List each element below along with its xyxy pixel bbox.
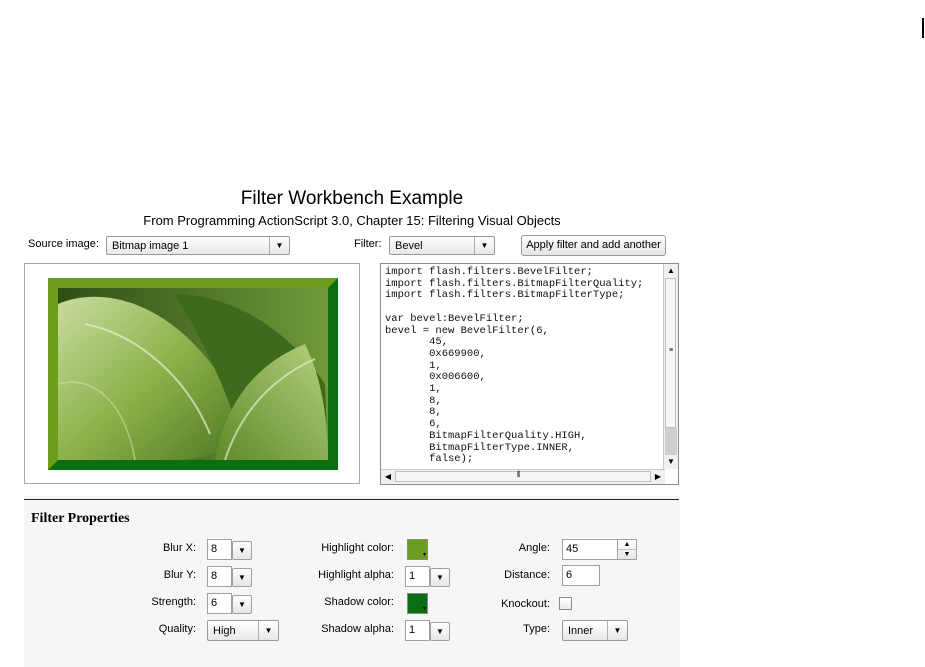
quality-value: High	[213, 625, 236, 637]
quality-label: Quality:	[158, 623, 196, 635]
blur-y-label: Blur Y:	[163, 569, 196, 581]
type-value: Inner	[568, 625, 594, 637]
app-subtitle: From Programming ActionScript 3.0, Chapt…	[143, 213, 561, 228]
filter-properties-heading: Filter Properties	[31, 511, 130, 526]
blur-y-value[interactable]: 8	[207, 566, 232, 587]
highlight-alpha-value[interactable]: 1	[405, 566, 430, 587]
blur-x-label: Blur X:	[162, 542, 196, 554]
quality-select[interactable]: High ▼	[207, 620, 279, 641]
corner-arrow-icon: ▾	[422, 606, 426, 612]
strength-combo[interactable]: 6 ▼	[207, 593, 253, 614]
grip-icon: ≡	[669, 347, 674, 354]
arrow-left-icon[interactable]: ◀	[381, 470, 395, 484]
corner-arrow-icon: ▾	[422, 552, 426, 558]
filter-select[interactable]: Bevel ▼	[389, 236, 495, 255]
chevron-down-icon: ▼	[607, 621, 627, 640]
highlight-color-label: Highlight color:	[321, 542, 394, 554]
angle-input[interactable]: 45	[562, 539, 618, 560]
code-output-textarea[interactable]: import flash.filters.BevelFilter; import…	[380, 263, 679, 485]
shadow-alpha-combo[interactable]: 1 ▼	[405, 620, 451, 641]
section-divider	[24, 499, 679, 500]
chevron-down-icon: ▼	[269, 237, 289, 254]
arrow-up-icon[interactable]: ▲	[618, 540, 636, 550]
source-image-select[interactable]: Bitmap image 1 ▼	[106, 236, 290, 255]
filter-label: Filter:	[354, 238, 382, 250]
arrow-up-icon[interactable]: ▲	[664, 264, 678, 278]
blur-x-combo[interactable]: 8 ▼	[207, 539, 253, 560]
source-image-value: Bitmap image 1	[112, 240, 189, 252]
type-select[interactable]: Inner ▼	[562, 620, 628, 641]
shadow-color-label: Shadow color:	[324, 596, 394, 608]
chevron-down-icon[interactable]: ▼	[430, 568, 450, 587]
chevron-down-icon[interactable]: ▼	[232, 568, 252, 587]
chevron-down-icon: ▼	[474, 237, 494, 254]
filter-code-text: import flash.filters.BevelFilter; import…	[385, 266, 644, 466]
strength-label: Strength:	[151, 596, 196, 608]
distance-input[interactable]: 6	[562, 565, 600, 586]
filter-value: Bevel	[395, 240, 423, 252]
knockout-label: Knockout:	[501, 598, 550, 610]
shadow-alpha-label: Shadow alpha:	[321, 623, 394, 635]
highlight-alpha-label: Highlight alpha:	[318, 569, 394, 581]
arrow-down-icon[interactable]: ▼	[618, 550, 636, 559]
source-image-label: Source image:	[28, 238, 99, 250]
grip-icon: ⦀	[517, 470, 521, 479]
chevron-down-icon[interactable]: ▼	[232, 595, 252, 614]
arrow-right-icon[interactable]: ▶	[651, 470, 665, 484]
distance-label: Distance:	[504, 569, 550, 581]
shadow-color-picker[interactable]: ▾	[407, 593, 428, 614]
angle-stepper[interactable]: ▲ ▼	[617, 539, 637, 560]
highlight-color-picker[interactable]: ▾	[407, 539, 428, 560]
shadow-alpha-value[interactable]: 1	[405, 620, 430, 641]
knockout-checkbox[interactable]	[559, 597, 572, 610]
apply-filter-button[interactable]: Apply filter and add another	[521, 235, 666, 256]
filter-workbench-app: Filter Workbench Example From Programmin…	[24, 183, 680, 667]
angle-label: Angle:	[518, 542, 550, 554]
type-label: Type:	[523, 623, 550, 635]
arrow-down-icon[interactable]: ▼	[664, 455, 678, 469]
chevron-down-icon[interactable]: ▼	[232, 541, 252, 560]
filtered-image	[48, 278, 338, 470]
chevron-down-icon[interactable]: ▼	[430, 622, 450, 641]
horizontal-scroll-thumb[interactable]	[395, 471, 651, 482]
horizontal-scrollbar[interactable]: ◀ ⦀ ▶	[381, 469, 665, 484]
image-preview-panel	[24, 263, 360, 484]
strength-value[interactable]: 6	[207, 593, 232, 614]
blur-y-combo[interactable]: 8 ▼	[207, 566, 253, 587]
highlight-alpha-combo[interactable]: 1 ▼	[405, 566, 451, 587]
chevron-down-icon: ▼	[258, 621, 278, 640]
app-title: Filter Workbench Example	[240, 188, 464, 209]
blur-x-value[interactable]: 8	[207, 539, 232, 560]
window-edge-marker	[922, 18, 924, 38]
vertical-scrollbar[interactable]: ▲ ≡ ▼	[663, 264, 678, 469]
vertical-scroll-track[interactable]	[665, 428, 677, 455]
